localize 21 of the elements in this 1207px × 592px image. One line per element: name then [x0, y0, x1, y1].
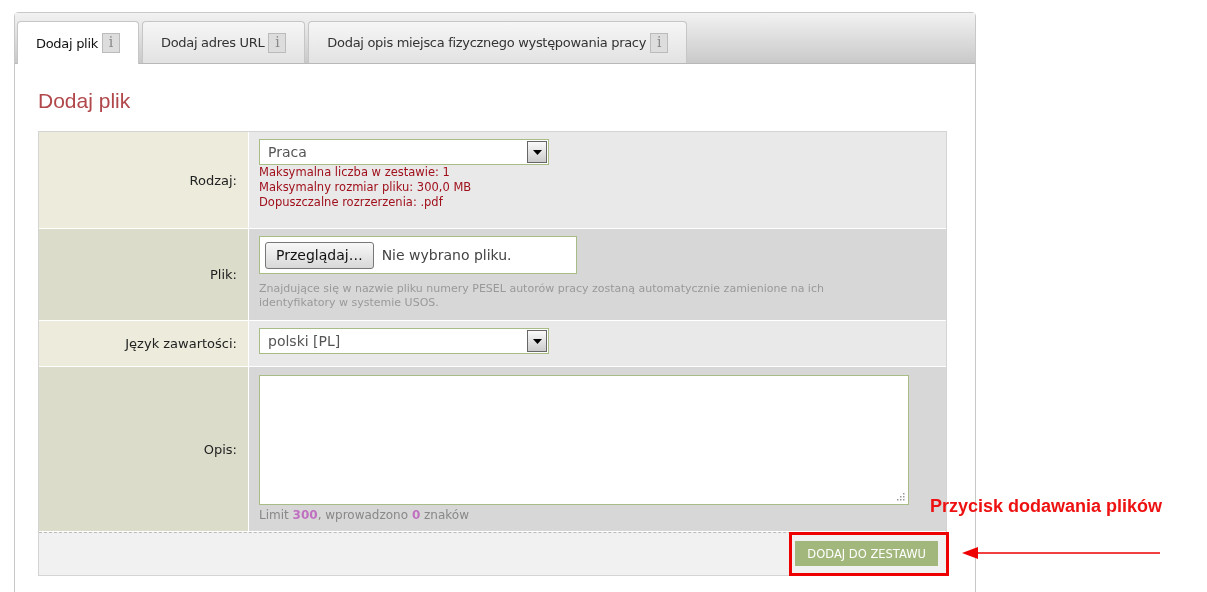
tab[interactable]: Dodaj adres URL i	[141, 21, 306, 63]
field-label: Rodzaj:	[189, 172, 237, 188]
section-heading: Dodaj plik	[38, 89, 132, 113]
field-label: Plik:	[210, 267, 237, 282]
resize-grip-icon[interactable]	[897, 493, 905, 501]
limit-note: Dopuszczalne rozrzerzenia: .pdf	[259, 195, 444, 210]
select-field[interactable]: Praca	[259, 139, 549, 165]
select-field[interactable]: polski [PL]	[259, 328, 549, 354]
annotation-text: Przycisk dodawania plików	[930, 496, 1163, 517]
file-input[interactable]: Przeglądaj… Nie wybrano pliku.	[259, 236, 577, 274]
limit-note: Maksymalny rozmiar pliku: 300,0 MB	[259, 180, 473, 195]
limit-note: Maksymalna liczba w zestawie: 1	[259, 165, 451, 180]
character-counter: Limit 300, wprowadzono 0 znaków	[259, 508, 470, 522]
field-label: Opis:	[203, 441, 237, 457]
description-field[interactable]	[259, 375, 909, 505]
field-label: Język zawartości:	[125, 336, 237, 351]
hint-text: Znajdujące się w nazwie pliku numery PESEL autorów pracy zostaną automatycznie zamienione na ich identyfikatory w systemie USOS.	[259, 282, 825, 310]
tab[interactable]: Dodaj plik i	[17, 21, 139, 64]
tab[interactable]: Dodaj opis miejsca fizycznego występowania pracy i	[308, 21, 688, 63]
file-status: Nie wybrano pliku.	[381, 247, 512, 263]
browse-button[interactable]: Przeglądaj…	[265, 241, 374, 269]
